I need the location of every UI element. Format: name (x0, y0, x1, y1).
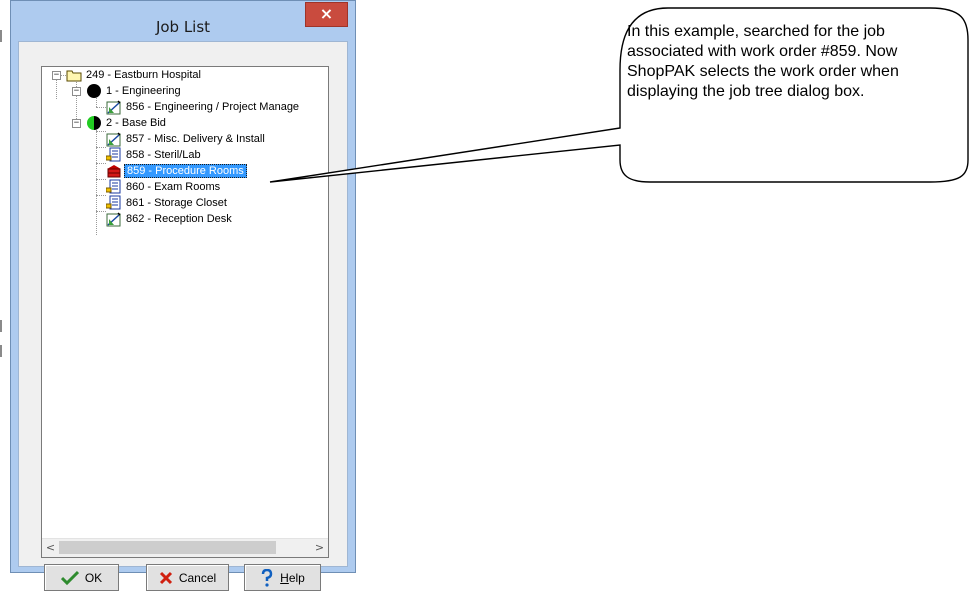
callout-text: In this example, searched for the job as… (627, 23, 899, 100)
